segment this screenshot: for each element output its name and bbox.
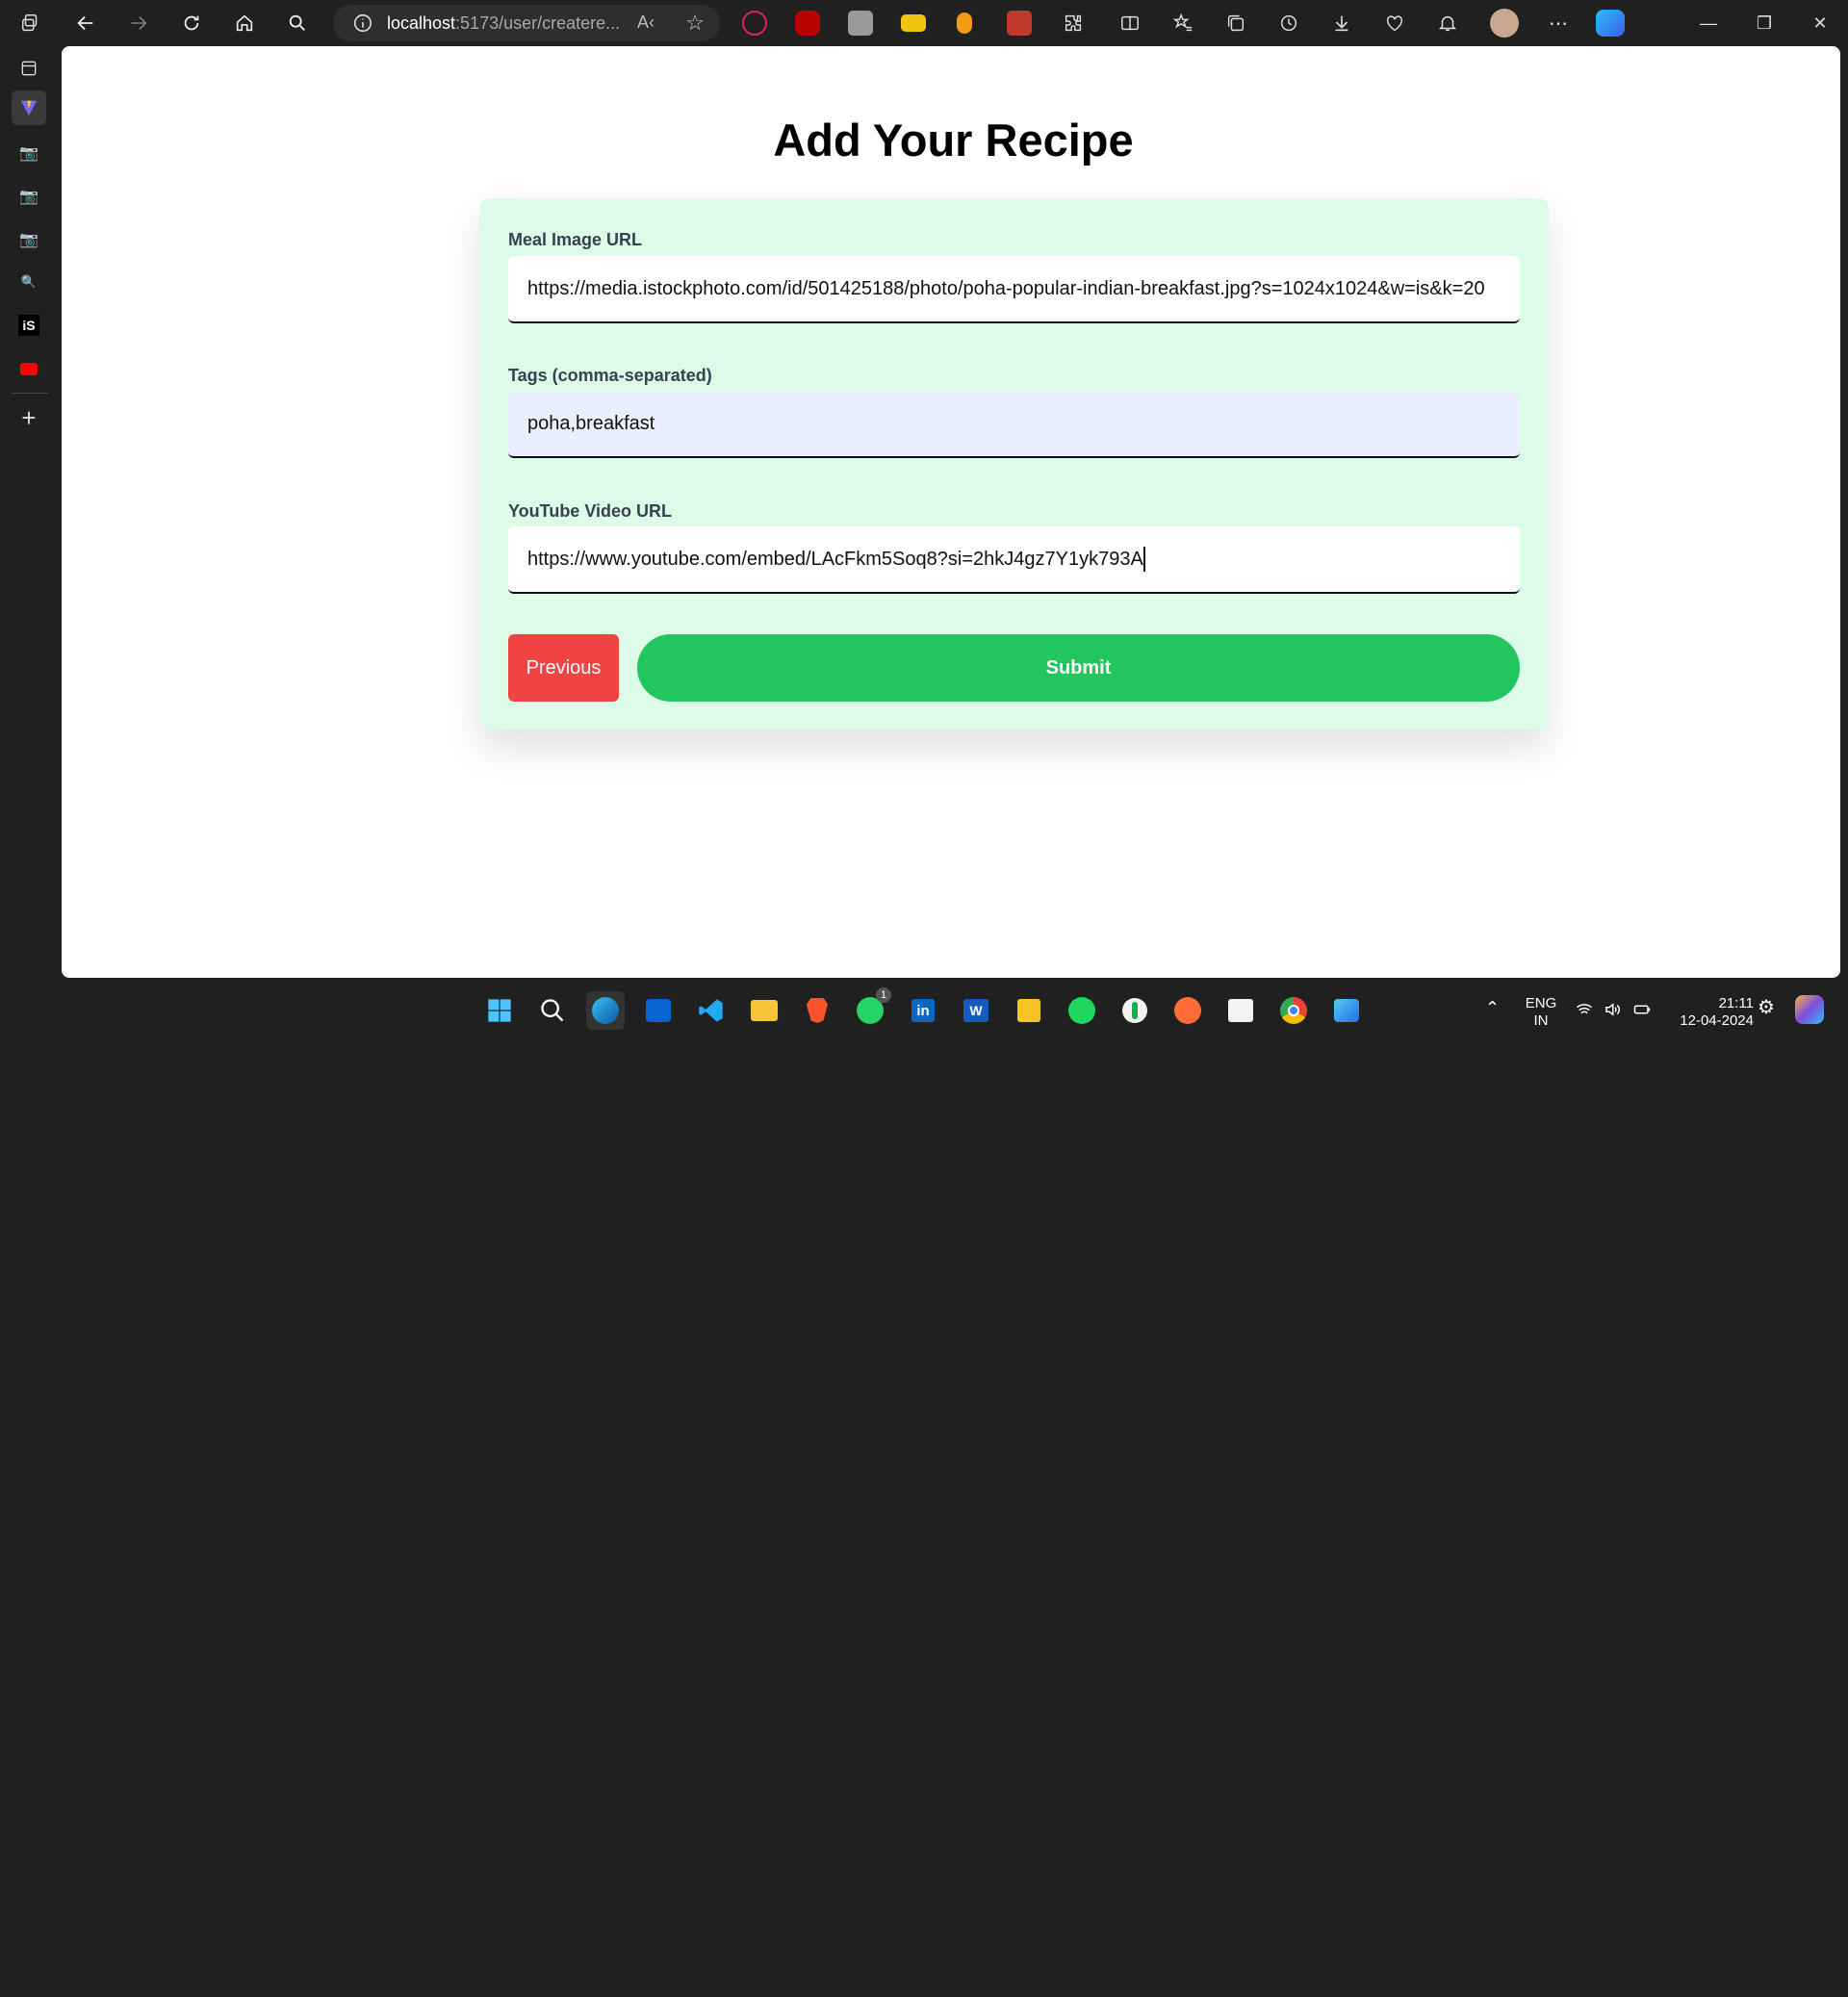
downloads-icon[interactable] [1322,4,1361,42]
extension-ublock-icon[interactable] [795,11,820,36]
sidebar-divider [12,393,48,394]
extension-camera-icon[interactable] [848,11,873,36]
outlook-icon[interactable] [639,991,678,1030]
page-content: Add Your Recipe Meal Image URL https://m… [62,46,1840,978]
history-icon[interactable] [1270,4,1308,42]
clock-time: 21:11 [1718,995,1754,1011]
spotify-icon[interactable] [1063,991,1101,1030]
forward-icon[interactable] [119,4,158,42]
volume-icon[interactable] [1603,1001,1622,1023]
camera-tab-icon[interactable]: 📷 [12,179,46,214]
star-icon[interactable]: ☆ [685,11,705,36]
whatsapp-badge: 1 [876,987,891,1003]
collections-icon[interactable] [1217,4,1255,42]
workspaces-icon[interactable] [12,4,50,42]
sticky-notes-icon[interactable] [1010,991,1048,1030]
submit-button[interactable]: Submit [637,634,1520,702]
site-info-icon[interactable] [352,13,373,34]
search-icon[interactable] [278,4,317,42]
copilot-icon[interactable] [1596,10,1625,37]
tab-panel-icon[interactable] [12,51,46,86]
more-menu-icon[interactable]: ⋯ [1539,4,1578,42]
extensions-puzzle-icon[interactable] [1054,4,1092,42]
postman-icon[interactable] [1168,991,1207,1030]
restore-icon[interactable]: ❐ [1738,0,1790,46]
recipe-form-card: Meal Image URL https://media.istockphoto… [479,198,1549,730]
istock-tab-icon[interactable]: iS [12,308,46,343]
tags-input[interactable]: poha,breakfast [508,391,1520,458]
show-hidden-icons-icon[interactable]: ⌃ [1485,999,1500,1016]
search-tab-icon[interactable]: 🔍 [12,265,46,299]
youtube-url-value: https://www.youtube.com/embed/LAcFkm5Soq… [527,548,1143,570]
settings-sun-icon[interactable]: ⚙ [1758,998,1775,1017]
read-aloud-icon[interactable]: A‹ [637,13,654,33]
microsoft-store-icon[interactable] [1221,991,1260,1030]
back-icon[interactable] [66,4,105,42]
language-indicator[interactable]: ENG IN [1523,995,1559,1030]
text-cursor [1142,547,1145,572]
performance-icon[interactable] [1375,4,1414,42]
notifications-icon[interactable] [1428,4,1467,42]
add-tab-icon[interactable]: + [12,400,46,435]
wifi-icon[interactable] [1575,1001,1594,1023]
split-screen-icon[interactable] [1111,4,1149,42]
camera-tab-icon[interactable]: 📷 [12,222,46,257]
vscode-icon[interactable] [692,991,731,1030]
clock-date: 12-04-2024 [1680,1012,1754,1029]
whatsapp-icon[interactable]: 1 [851,987,891,1030]
meal-image-url-input[interactable]: https://media.istockphoto.com/id/5014251… [508,256,1520,323]
edge-icon[interactable] [586,991,625,1030]
youtube-url-label: YouTube Video URL [508,501,672,521]
extension-orange-icon[interactable] [957,13,972,34]
home-icon[interactable] [225,4,264,42]
battery-icon[interactable] [1631,1001,1653,1023]
extension-player-icon[interactable] [742,11,767,36]
address-bar[interactable]: localhost:5173/user/createre... A‹ ☆ [333,5,720,41]
refresh-icon[interactable] [172,4,211,42]
youtube-tab-icon[interactable] [12,351,46,386]
url-path: :5173/user/createre... [455,13,621,33]
windows-start-icon[interactable] [480,991,519,1030]
extension-yellow-icon[interactable] [901,14,926,32]
minimize-icon[interactable]: — [1682,0,1734,46]
taskbar-search-icon[interactable] [533,991,572,1030]
camera-tab-icon[interactable]: 📷 [12,136,46,170]
copilot-taskbar-icon[interactable] [1795,995,1824,1024]
extension-red-icon[interactable] [1007,11,1032,36]
windows-taskbar: 1 in W ⌃ ENG IN 21:11 12-04-2024 ⚙ [0,982,1848,1039]
url-host: localhost [387,13,456,33]
browser-sidebar: 📷 📷 📷 🔍 iS + [0,46,61,982]
clock[interactable]: 21:11 12-04-2024 [1669,995,1754,1030]
browser-toolbar: localhost:5173/user/createre... A‹ ☆ ⋯ —… [0,0,1848,46]
region-code: IN [1533,1012,1549,1029]
page-title: Add Your Recipe [773,115,1134,166]
brave-icon[interactable] [798,991,836,1030]
youtube-url-input[interactable]: https://www.youtube.com/embed/LAcFkm5Soq… [508,526,1520,594]
chrome-icon[interactable] [1274,991,1313,1030]
word-icon[interactable]: W [957,991,995,1030]
mongodb-compass-icon[interactable] [1116,991,1154,1030]
favorites-icon[interactable] [1164,4,1202,42]
meal-image-label: Meal Image URL [508,230,643,249]
vite-tab-icon[interactable] [12,90,46,125]
linkedin-icon[interactable]: in [904,991,942,1030]
previous-button[interactable]: Previous [508,634,619,702]
file-explorer-icon[interactable] [745,991,783,1030]
tags-label: Tags (comma-separated) [508,366,712,385]
profile-avatar[interactable] [1490,9,1519,38]
language-code: ENG [1525,995,1557,1011]
close-icon[interactable]: ✕ [1794,0,1846,46]
photos-icon[interactable] [1327,991,1366,1030]
